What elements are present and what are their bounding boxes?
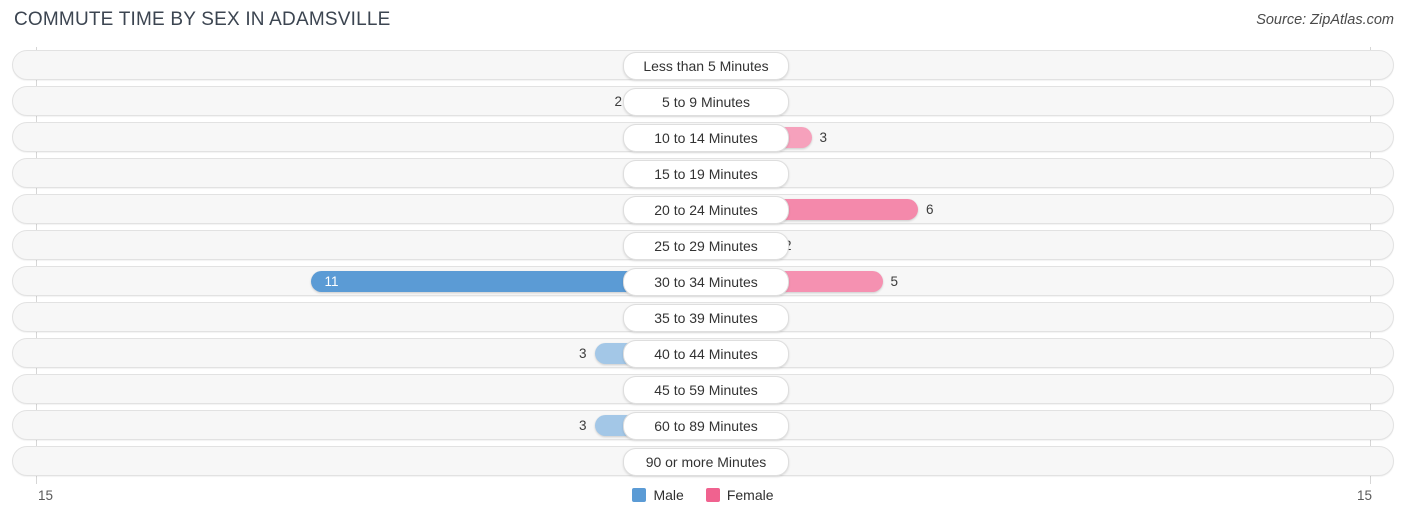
chart-row-inner: 11 5 30 to 34 Minutes bbox=[13, 267, 1393, 296]
bar-value-female: 3 bbox=[819, 130, 828, 145]
chart-row-inner: 3060 to 89 Minutes bbox=[13, 411, 1393, 440]
chart-row-inner: 0035 to 39 Minutes bbox=[13, 303, 1393, 332]
chart-row-inner: 0620 to 24 Minutes bbox=[13, 195, 1393, 224]
legend-item-male[interactable]: Male bbox=[632, 487, 684, 503]
bar-value-male: 3 bbox=[578, 346, 587, 361]
source-attribution: Source: ZipAtlas.com bbox=[1256, 12, 1394, 28]
category-label-pill[interactable]: 15 to 19 Minutes bbox=[623, 160, 789, 188]
category-label-pill[interactable]: 35 to 39 Minutes bbox=[623, 304, 789, 332]
legend-label-male: Male bbox=[653, 487, 684, 503]
category-label-pill[interactable]: 90 or more Minutes bbox=[623, 448, 789, 476]
chart-row[interactable]: 0620 to 24 Minutes bbox=[12, 194, 1394, 224]
chart-row[interactable]: 3060 to 89 Minutes bbox=[12, 410, 1394, 440]
chart-row[interactable]: 0045 to 59 Minutes bbox=[12, 374, 1394, 404]
legend-swatch-female bbox=[705, 488, 720, 502]
category-label-pill[interactable]: 30 to 34 Minutes bbox=[623, 268, 789, 296]
chart-row[interactable]: 11 5 30 to 34 Minutes bbox=[12, 266, 1394, 296]
bar-value-male: 11 bbox=[324, 274, 339, 289]
category-label-pill[interactable]: 40 to 44 Minutes bbox=[623, 340, 789, 368]
bar-value-female: 5 bbox=[890, 274, 899, 289]
chart-row[interactable]: 0225 to 29 Minutes bbox=[12, 230, 1394, 260]
chart-row-inner: 0015 to 19 Minutes bbox=[13, 159, 1393, 188]
legend-swatch-male bbox=[632, 488, 647, 502]
chart-row[interactable]: 00Less than 5 Minutes bbox=[12, 50, 1394, 80]
category-label-pill[interactable]: 45 to 59 Minutes bbox=[623, 376, 789, 404]
chart-row-inner: 0310 to 14 Minutes bbox=[13, 123, 1393, 152]
bar-value-female: 6 bbox=[926, 202, 934, 217]
chart-row[interactable]: 0035 to 39 Minutes bbox=[12, 302, 1394, 332]
chart-row-inner: 0045 to 59 Minutes bbox=[13, 375, 1393, 404]
bar-value-male: 3 bbox=[578, 418, 587, 433]
legend-label-female: Female bbox=[726, 487, 774, 503]
category-label-pill[interactable]: 10 to 14 Minutes bbox=[623, 124, 789, 152]
chart-row[interactable]: 205 to 9 Minutes bbox=[12, 86, 1394, 116]
category-label-pill[interactable]: 20 to 24 Minutes bbox=[623, 196, 789, 224]
chart-header: COMMUTE TIME BY SEX IN ADAMSVILLE Source… bbox=[0, 0, 1406, 44]
chart-legend: Male Female bbox=[0, 487, 1406, 503]
chart-row-inner: 205 to 9 Minutes bbox=[13, 87, 1393, 116]
chart-row-inner: 00Less than 5 Minutes bbox=[13, 51, 1393, 80]
chart-footer: 15 15 Male Female bbox=[0, 484, 1406, 522]
category-label-pill[interactable]: Less than 5 Minutes bbox=[623, 52, 789, 80]
chart-plot-area: 00Less than 5 Minutes205 to 9 Minutes031… bbox=[0, 47, 1406, 484]
chart-row[interactable]: 0015 to 19 Minutes bbox=[12, 158, 1394, 188]
category-label-pill[interactable]: 25 to 29 Minutes bbox=[623, 232, 789, 260]
chart-row[interactable]: 0310 to 14 Minutes bbox=[12, 122, 1394, 152]
bar-value-male: 2 bbox=[614, 94, 622, 109]
legend-item-female[interactable]: Female bbox=[705, 487, 774, 503]
category-label-pill[interactable]: 5 to 9 Minutes bbox=[623, 88, 789, 116]
chart-row-inner: 0225 to 29 Minutes bbox=[13, 231, 1393, 260]
chart-row[interactable]: 0090 or more Minutes bbox=[12, 446, 1394, 476]
category-label-pill[interactable]: 60 to 89 Minutes bbox=[623, 412, 789, 440]
chart-row-inner: 0090 or more Minutes bbox=[13, 447, 1393, 476]
page-title: COMMUTE TIME BY SEX IN ADAMSVILLE bbox=[14, 9, 391, 30]
bar-value-female: 2 bbox=[784, 235, 844, 256]
chart-row-inner: 3040 to 44 Minutes bbox=[13, 339, 1393, 368]
chart-row[interactable]: 3040 to 44 Minutes bbox=[12, 338, 1394, 368]
